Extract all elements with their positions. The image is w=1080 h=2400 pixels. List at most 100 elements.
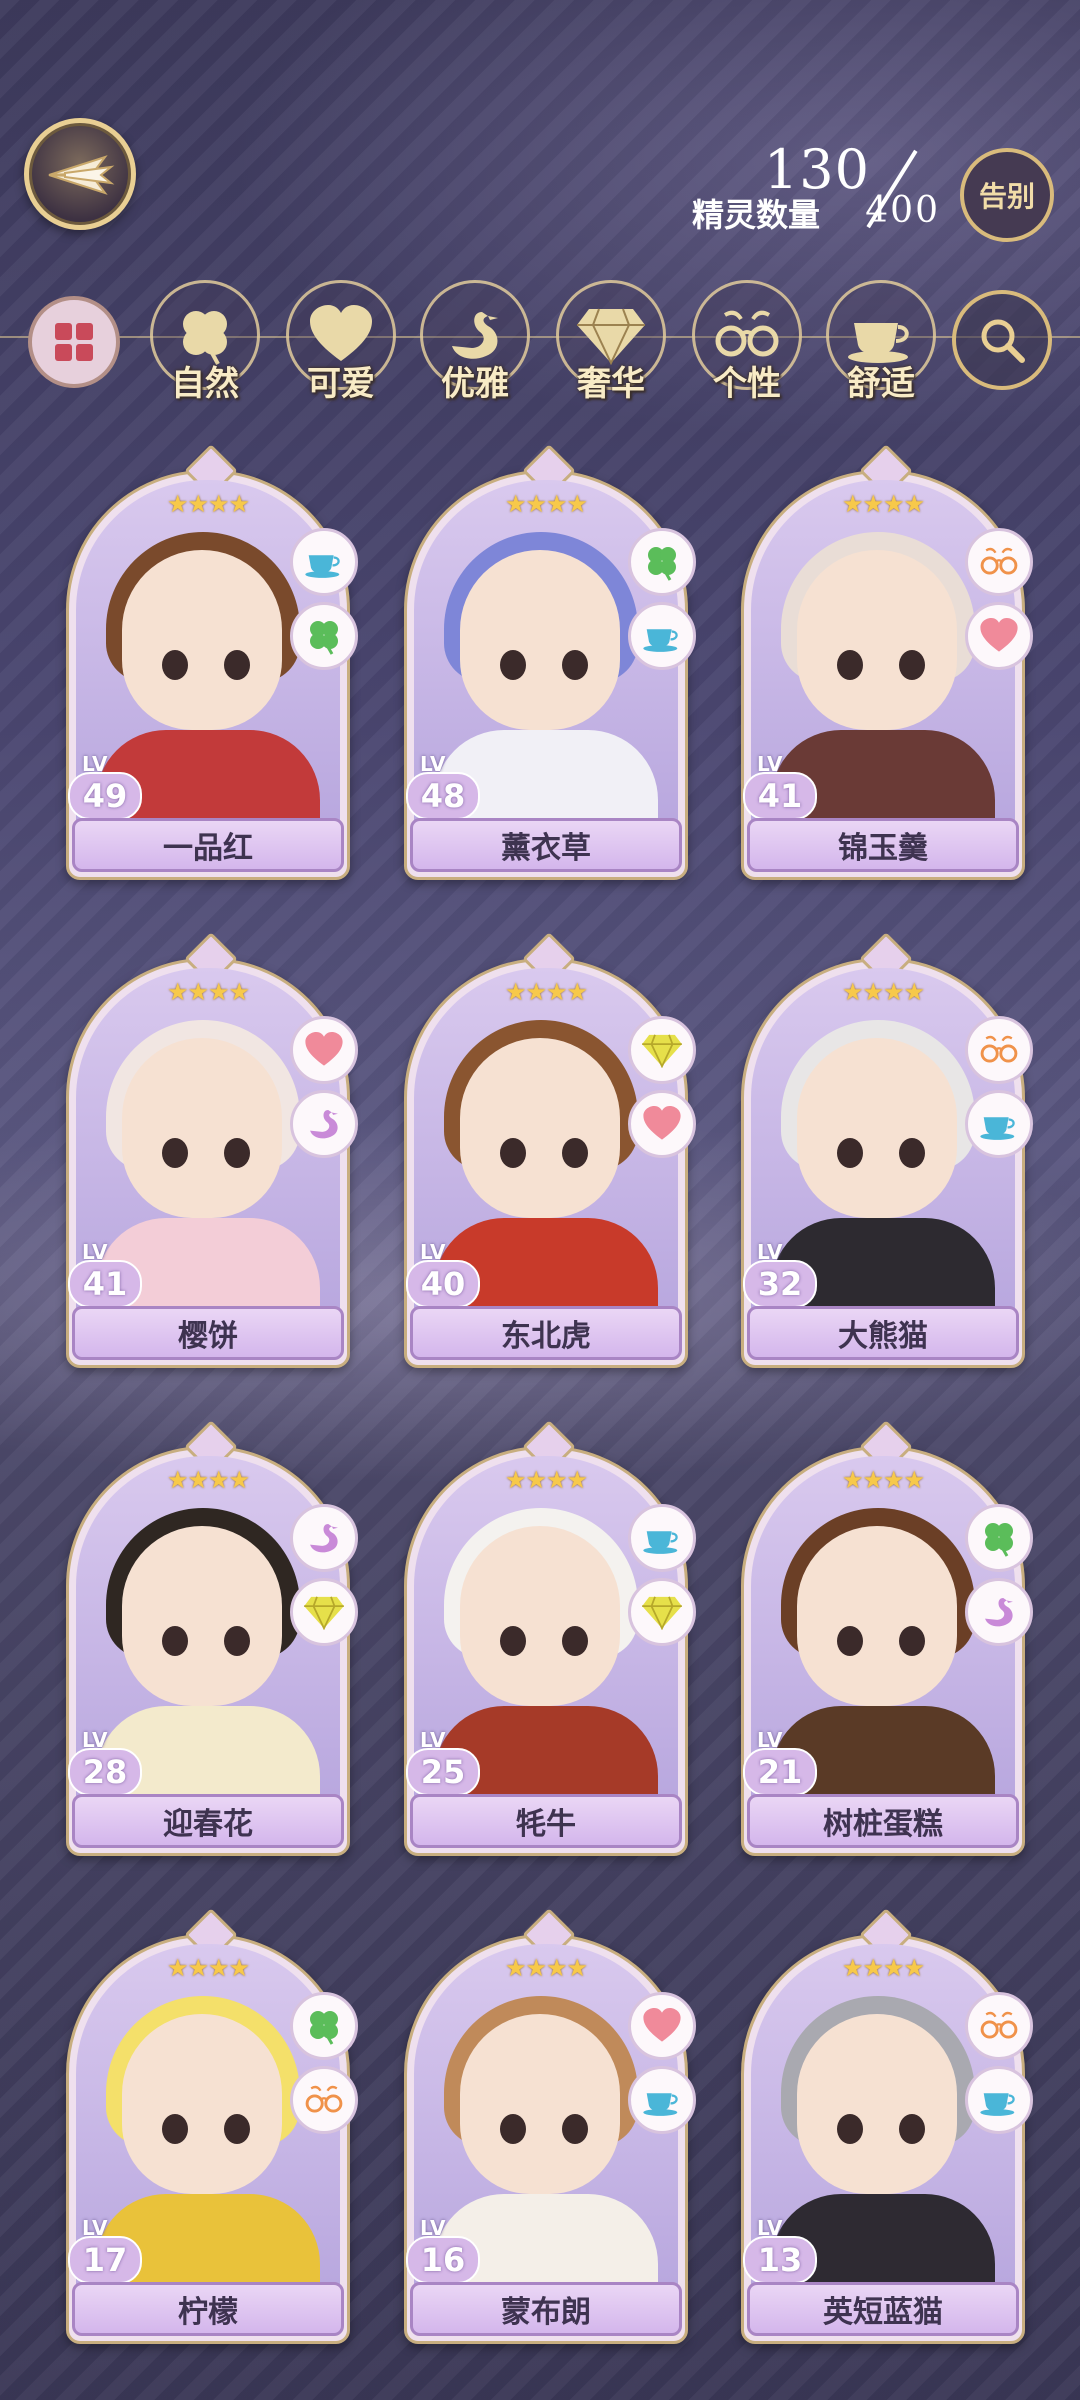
character-face — [122, 2014, 282, 2194]
character-eye — [162, 1138, 188, 1168]
spirit-name: 东北虎 — [410, 1306, 682, 1360]
character-face — [797, 550, 957, 730]
spirit-name: 薰衣草 — [410, 818, 682, 872]
spirit-name: 柠檬 — [72, 2282, 344, 2336]
heart-icon — [628, 1992, 696, 2060]
farewell-button[interactable]: 告别 — [960, 148, 1054, 242]
character-face — [797, 1526, 957, 1706]
spirit-card[interactable]: ★★★★ LV 16 蒙布朗 — [404, 1908, 696, 2344]
teacup-icon — [628, 2066, 696, 2134]
rarity-stars: ★★★★ — [841, 1466, 925, 1494]
spirit-card[interactable]: ★★★★ LV 17 柠檬 — [66, 1908, 358, 2344]
wing-back-icon — [48, 155, 115, 195]
heart-icon — [628, 1090, 696, 1158]
character-eye — [899, 1626, 925, 1656]
teacup-icon — [290, 528, 358, 596]
level-value: 41 — [68, 1260, 142, 1308]
level-value: 40 — [406, 1260, 480, 1308]
filter-label: 舒适 — [847, 364, 915, 404]
glasses-icon — [290, 2066, 358, 2134]
spirit-card[interactable]: ★★★★ LV 13 英短蓝猫 — [741, 1908, 1033, 2344]
search-button[interactable] — [952, 290, 1052, 390]
level-value: 21 — [743, 1748, 817, 1796]
spirit-card[interactable]: ★★★★ LV 28 迎春花 — [66, 1420, 358, 1856]
character-eye — [899, 650, 925, 680]
clover-icon — [965, 1504, 1033, 1572]
spirit-name: 迎春花 — [72, 1794, 344, 1848]
character-face — [797, 1038, 957, 1218]
spirit-name: 锦玉羹 — [747, 818, 1019, 872]
level-value: 41 — [743, 772, 817, 820]
character-face — [122, 550, 282, 730]
filter-elegant[interactable]: 优雅 — [420, 280, 530, 404]
character-face — [460, 1526, 620, 1706]
diamond-icon — [290, 1578, 358, 1646]
rarity-stars: ★★★★ — [504, 1466, 588, 1494]
character-face — [122, 1526, 282, 1706]
search-icon — [981, 319, 1025, 363]
filter-personality[interactable]: 个性 — [692, 280, 802, 404]
clover-icon — [290, 602, 358, 670]
rarity-stars: ★★★★ — [841, 1954, 925, 1982]
character-face — [460, 1038, 620, 1218]
spirit-name: 大熊猫 — [747, 1306, 1019, 1360]
spirit-card[interactable]: ★★★★ LV 21 树桩蛋糕 — [741, 1420, 1033, 1856]
character-eye — [224, 2114, 250, 2144]
glasses-icon — [965, 528, 1033, 596]
rarity-stars: ★★★★ — [504, 1954, 588, 1982]
spirit-card[interactable]: ★★★★ LV 49 一品红 — [66, 444, 358, 880]
level-value: 13 — [743, 2236, 817, 2284]
glasses-icon — [965, 1992, 1033, 2060]
level-value: 17 — [68, 2236, 142, 2284]
spirit-card[interactable]: ★★★★ LV 25 牦牛 — [404, 1420, 696, 1856]
rarity-stars: ★★★★ — [504, 490, 588, 518]
character-eye — [162, 650, 188, 680]
spirit-name: 一品红 — [72, 818, 344, 872]
teacup-icon — [628, 602, 696, 670]
character-eye — [837, 1626, 863, 1656]
character-eye — [162, 2114, 188, 2144]
character-eye — [162, 1626, 188, 1656]
character-face — [797, 2014, 957, 2194]
character-eye — [562, 2114, 588, 2144]
rarity-stars: ★★★★ — [166, 1954, 250, 1982]
filter-nature[interactable]: 自然 — [150, 280, 260, 404]
filter-all-button[interactable] — [28, 296, 120, 388]
diamond-icon — [628, 1016, 696, 1084]
spirit-card[interactable]: ★★★★ LV 32 大熊猫 — [741, 932, 1033, 1368]
character-face — [460, 550, 620, 730]
filter-luxury[interactable]: 奢华 — [556, 280, 666, 404]
level-value: 25 — [406, 1748, 480, 1796]
filter-comfort[interactable]: 舒适 — [826, 280, 936, 404]
heart-icon — [965, 602, 1033, 670]
character-eye — [837, 650, 863, 680]
rarity-stars: ★★★★ — [166, 978, 250, 1006]
level-value: 28 — [68, 1748, 142, 1796]
character-eye — [224, 1626, 250, 1656]
rarity-stars: ★★★★ — [841, 978, 925, 1006]
character-eye — [562, 650, 588, 680]
spirit-card[interactable]: ★★★★ LV 41 锦玉羹 — [741, 444, 1033, 880]
filter-label: 优雅 — [441, 364, 509, 404]
clover-icon — [628, 528, 696, 596]
character-eye — [500, 1138, 526, 1168]
spirit-name: 樱饼 — [72, 1306, 344, 1360]
spirit-count-label: 精灵数量 — [691, 196, 820, 234]
rarity-stars: ★★★★ — [166, 490, 250, 518]
spirit-name: 蒙布朗 — [410, 2282, 682, 2336]
spirit-name: 牦牛 — [410, 1794, 682, 1848]
filter-label: 个性 — [713, 364, 781, 404]
teacup-icon — [965, 2066, 1033, 2134]
character-face — [460, 2014, 620, 2194]
character-eye — [837, 1138, 863, 1168]
character-eye — [899, 1138, 925, 1168]
spirit-card[interactable]: ★★★★ LV 41 樱饼 — [66, 932, 358, 1368]
back-button[interactable] — [24, 118, 136, 230]
spirit-card[interactable]: ★★★★ LV 48 薰衣草 — [404, 444, 696, 880]
character-eye — [899, 2114, 925, 2144]
filter-cute[interactable]: 可爱 — [286, 280, 396, 404]
filter-label: 奢华 — [577, 364, 645, 404]
spirit-card[interactable]: ★★★★ LV 40 东北虎 — [404, 932, 696, 1368]
level-value: 48 — [406, 772, 480, 820]
heart-icon — [290, 1016, 358, 1084]
